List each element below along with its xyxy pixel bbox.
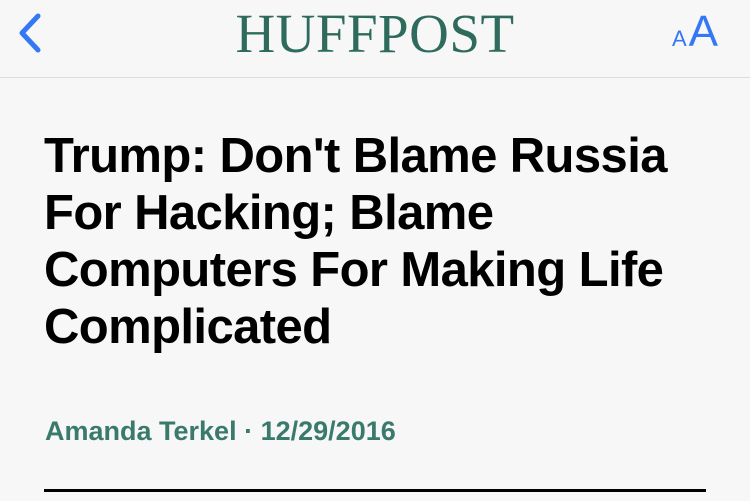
publish-date: 12/29/2016 [260, 416, 396, 446]
text-size-button[interactable]: A A [672, 6, 718, 56]
huffpost-logo: HUFFPOST [235, 3, 515, 64]
top-navigation-bar: HUFFPOST A A [0, 0, 750, 78]
byline-separator: · [244, 416, 254, 446]
author-name[interactable]: Amanda Terkel [45, 416, 237, 446]
text-size-large-label: A [688, 7, 718, 56]
article-headline: Trump: Don't Blame Russia For Hacking; B… [44, 129, 667, 354]
text-size-small-label: A [671, 26, 687, 51]
byline-divider [44, 489, 706, 492]
article-byline: Amanda Terkel · 12/29/2016 [45, 413, 396, 449]
